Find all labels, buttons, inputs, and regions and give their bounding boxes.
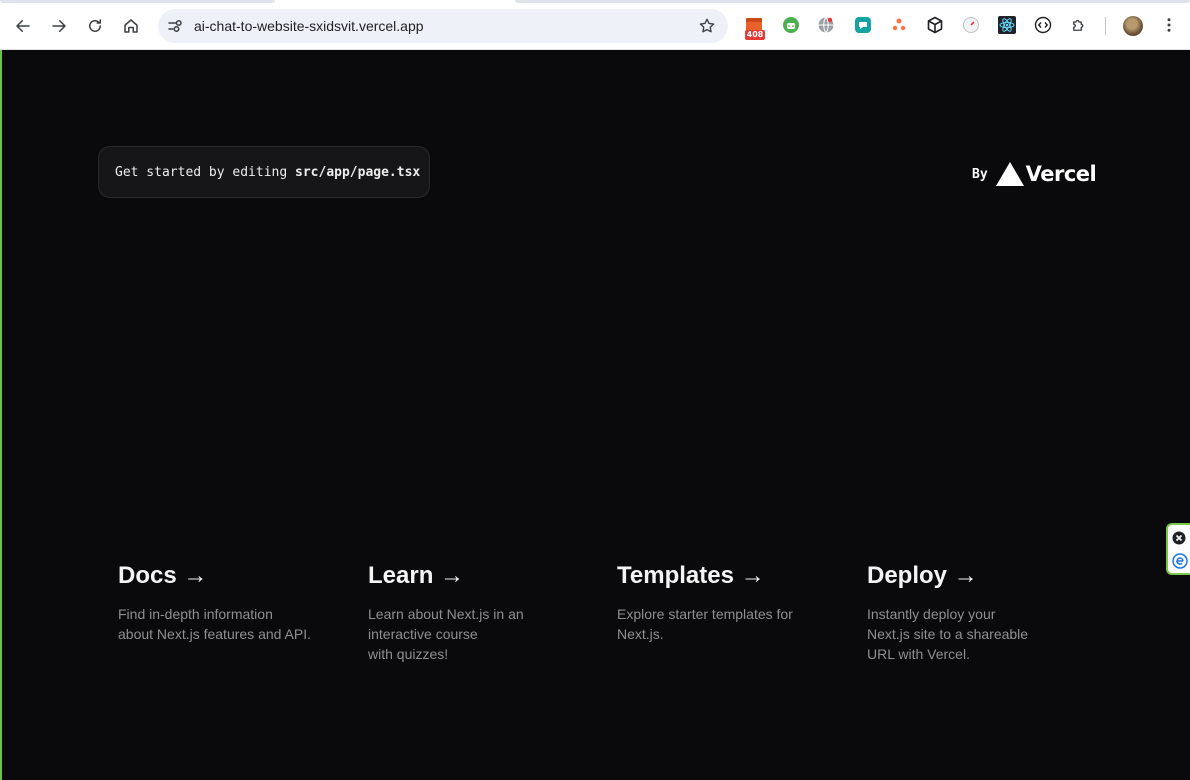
extension-badge: 408 xyxy=(745,30,765,40)
reload-icon xyxy=(89,19,101,32)
forward-icon xyxy=(52,20,66,32)
card-description: Instantly deploy your Next.js site to a … xyxy=(867,604,1097,664)
card-templates[interactable]: Templates → Explore starter templates fo… xyxy=(617,562,847,644)
card-title: Templates → xyxy=(617,562,765,589)
extension-android[interactable] xyxy=(782,16,800,34)
card-description-line: URL with Vercel. xyxy=(867,646,970,662)
card-description-line: interactive course xyxy=(368,626,478,642)
globe-icon xyxy=(818,17,834,33)
reload-button[interactable] xyxy=(81,12,109,40)
extension-e-icon[interactable] xyxy=(1172,553,1188,569)
bookmark-star-icon[interactable] xyxy=(698,17,716,35)
back-icon xyxy=(16,20,30,32)
site-info-icon[interactable] xyxy=(166,17,184,35)
card-docs[interactable]: Docs → Find in-depth information about N… xyxy=(118,562,348,644)
vercel-logo: Vercel xyxy=(995,162,1097,186)
address-bar[interactable]: ai-chat-to-website-sxidsvit.vercel.app xyxy=(158,9,728,43)
home-icon xyxy=(124,19,138,33)
url-text[interactable]: ai-chat-to-website-sxidsvit.vercel.app xyxy=(194,18,424,34)
card-description-line: Learn about Next.js in an xyxy=(368,606,524,622)
chat-bubble-icon xyxy=(855,17,871,33)
card-title: Docs → xyxy=(118,562,208,589)
card-description: Find in-depth information about Next.js … xyxy=(118,604,348,644)
card-description-line: Next.js. xyxy=(617,626,664,642)
toolbar-separator xyxy=(1105,17,1106,35)
by-label: By xyxy=(972,166,988,182)
extensions-puzzle-icon xyxy=(1073,19,1084,31)
card-description-line: Next.js site to a shareable xyxy=(867,626,1029,642)
extension-box[interactable] xyxy=(926,16,944,34)
card-deploy[interactable]: Deploy → Instantly deploy your Next.js s… xyxy=(867,562,1097,664)
page-viewport: Get started by editing src/app/page.tsx … xyxy=(0,50,1190,780)
vercel-wordmark: Vercel xyxy=(1025,162,1097,186)
extension-globe[interactable] xyxy=(817,16,835,34)
cube-icon xyxy=(927,16,943,34)
extension-code[interactable] xyxy=(1034,16,1052,34)
back-button[interactable] xyxy=(9,12,37,40)
card-description-line: Explore starter templates for xyxy=(617,606,793,622)
react-atom-icon xyxy=(998,16,1016,34)
code-circle-icon xyxy=(1034,16,1052,34)
extension-gauge[interactable] xyxy=(962,16,980,34)
home-button[interactable] xyxy=(117,12,145,40)
get-started-hint: Get started by editing src/app/page.tsx xyxy=(98,146,430,198)
tab-hint-left xyxy=(0,0,275,3)
card-description: Explore starter templates for Next.js. xyxy=(617,604,847,644)
gauge-icon xyxy=(963,17,979,33)
card-description-line: Instantly deploy your xyxy=(867,606,996,622)
extension-chat[interactable] xyxy=(854,16,872,34)
extension-react[interactable] xyxy=(998,16,1016,34)
android-robot-icon xyxy=(783,17,799,33)
card-description-line: about Next.js features and API. xyxy=(118,626,312,642)
card-description: Learn about Next.js in an interactive co… xyxy=(368,604,598,664)
card-title: Deploy → xyxy=(867,562,978,589)
card-learn[interactable]: Learn → Learn about Next.js in an intera… xyxy=(368,562,598,664)
profile-avatar[interactable] xyxy=(1123,16,1143,36)
extensions-button[interactable] xyxy=(1070,16,1088,34)
code-file-path: src/app/page.tsx xyxy=(295,164,421,180)
chrome-menu-icon[interactable] xyxy=(1160,16,1178,34)
card-title: Learn → xyxy=(368,562,465,589)
browser-toolbar: ai-chat-to-website-sxidsvit.vercel.app 4… xyxy=(0,0,1190,50)
by-vercel-link[interactable]: By Vercel xyxy=(972,160,1097,188)
people-icon xyxy=(892,18,906,31)
edge-floating-widget xyxy=(1166,523,1190,575)
get-started-text: Get started by editing xyxy=(115,164,296,180)
forward-button[interactable] xyxy=(45,12,73,40)
vercel-triangle-icon xyxy=(995,162,1024,186)
extension-people[interactable] xyxy=(890,16,908,34)
card-description-line: with quizzes! xyxy=(368,646,449,662)
close-icon[interactable] xyxy=(1172,531,1186,545)
card-description-line: Find in-depth information xyxy=(118,606,273,622)
tab-hint-right xyxy=(515,0,1190,3)
